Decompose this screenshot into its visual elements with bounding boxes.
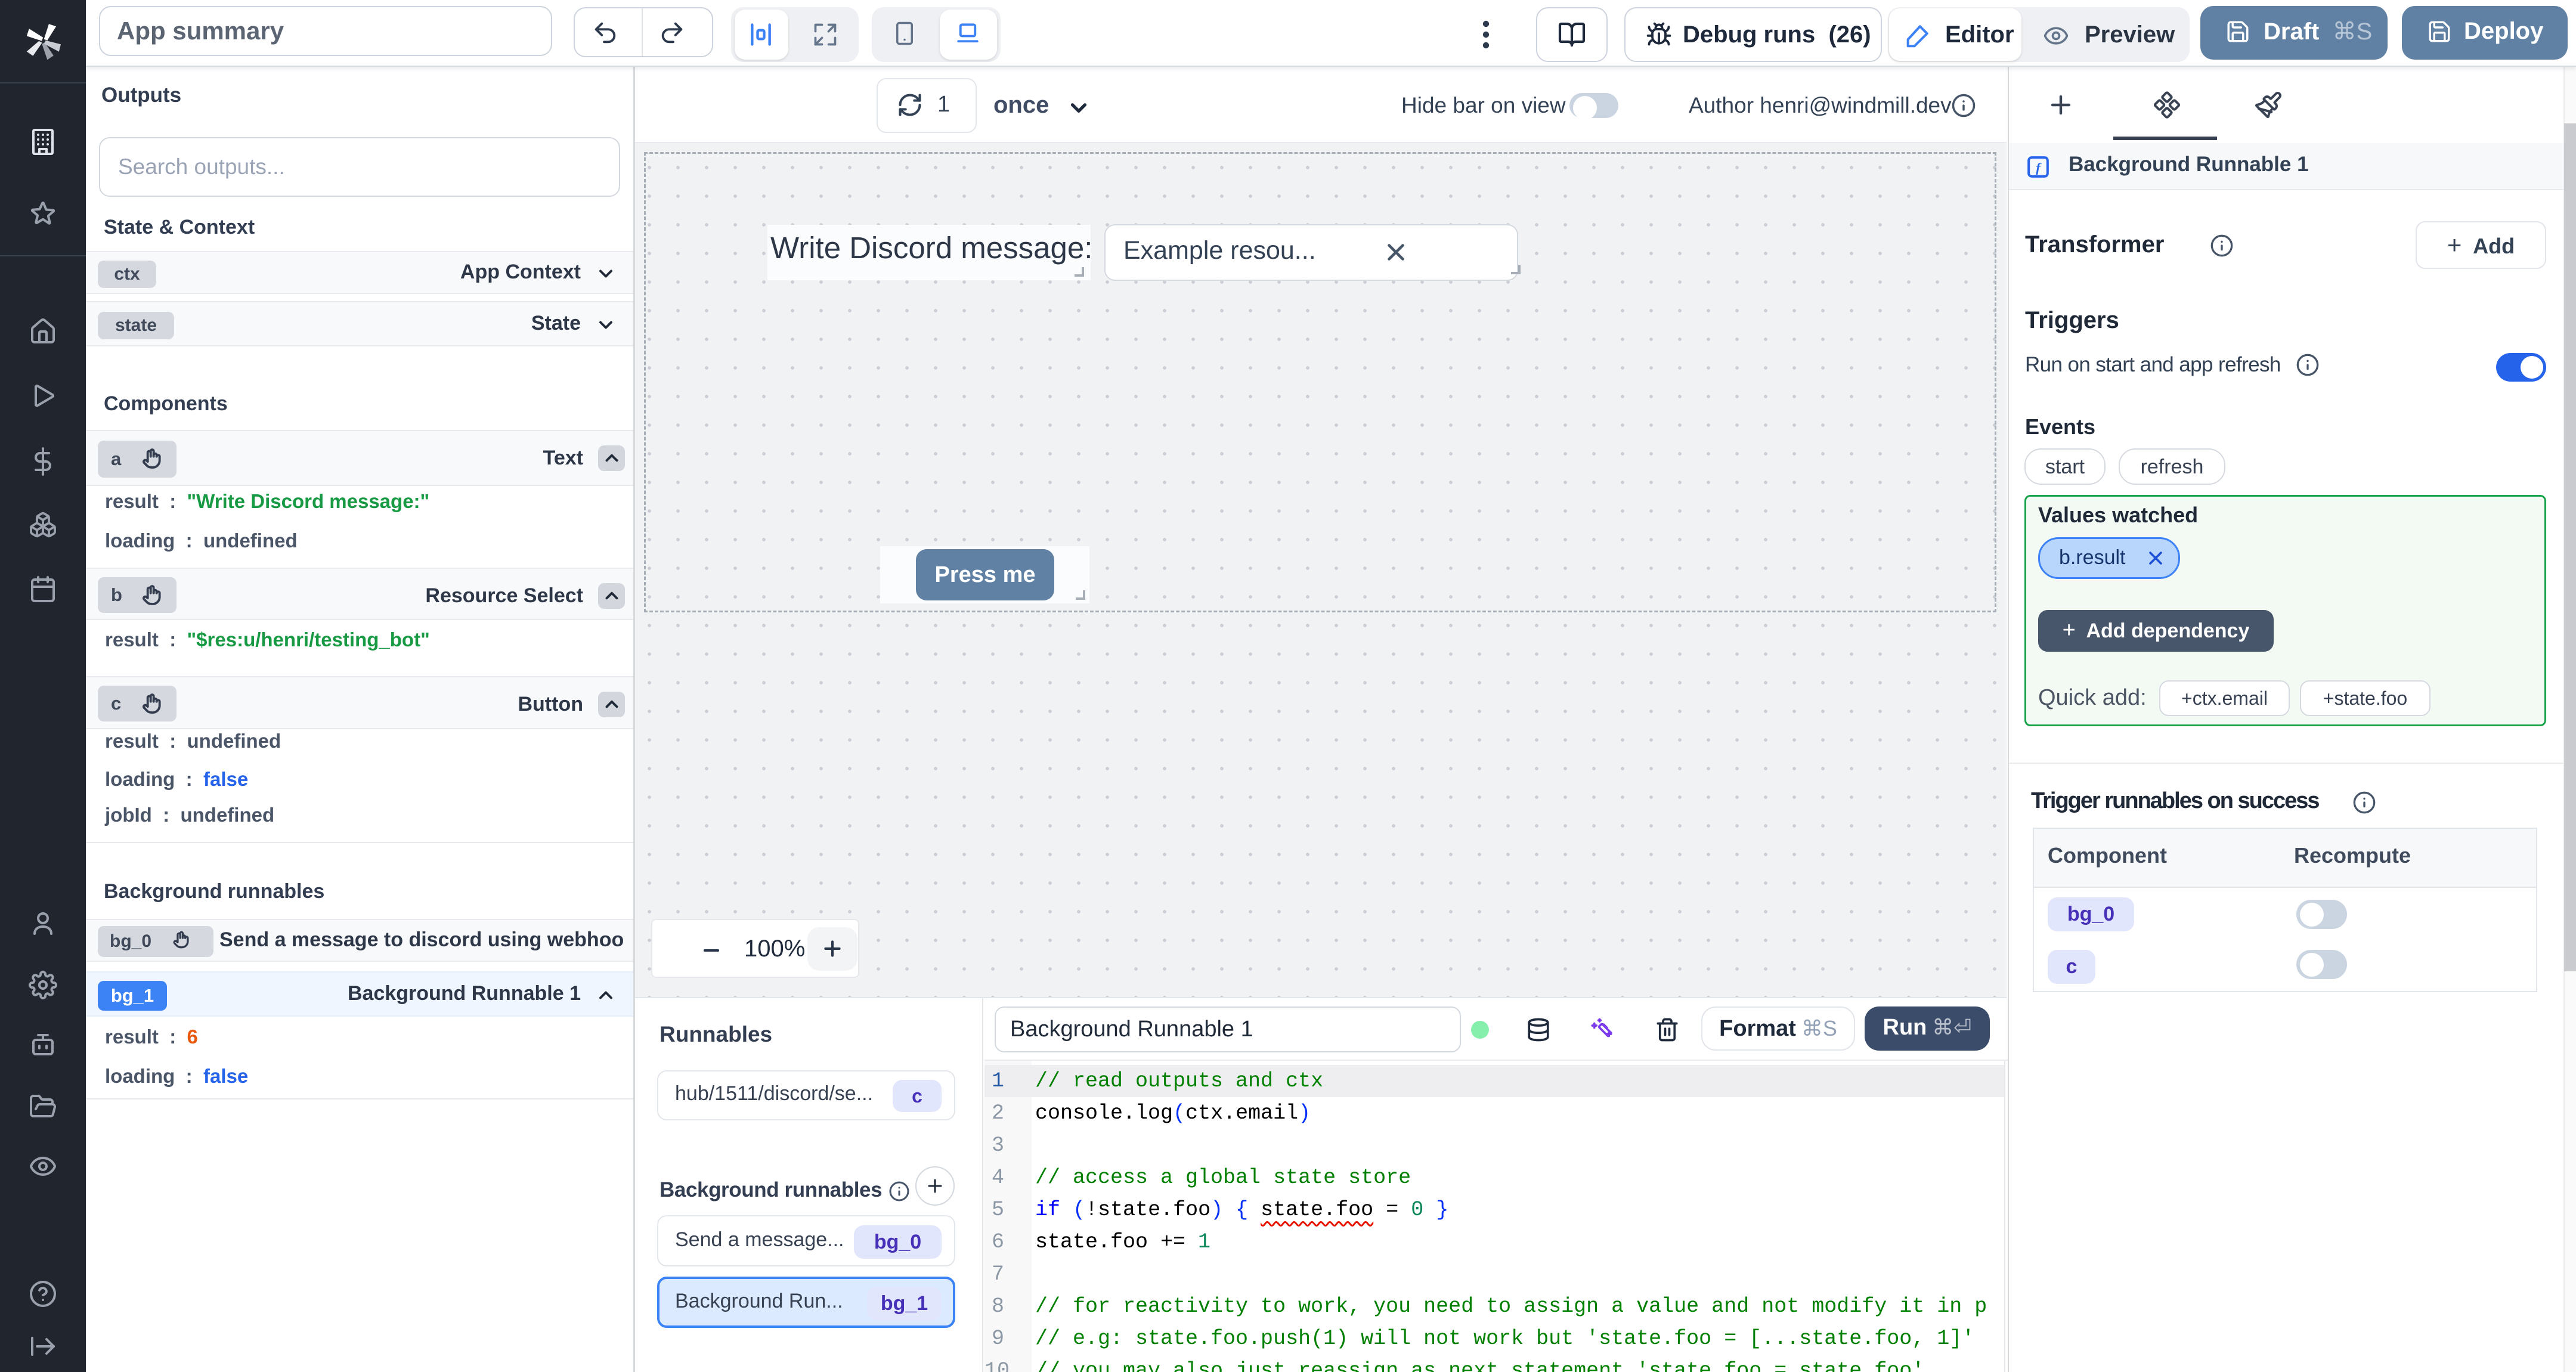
svg-text:f: f bbox=[2036, 160, 2042, 175]
